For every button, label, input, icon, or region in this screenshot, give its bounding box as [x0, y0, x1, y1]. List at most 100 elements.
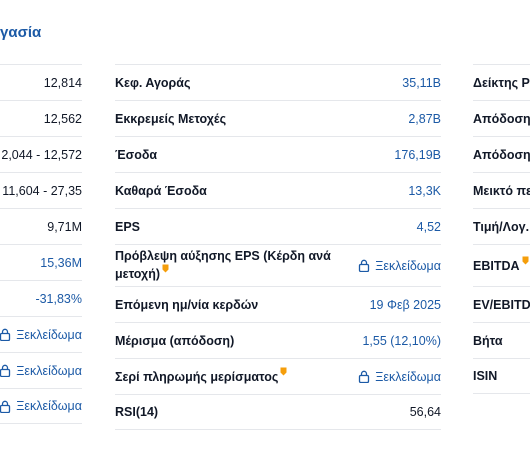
stat-row: Απόδοση	[473, 136, 530, 172]
lock-icon	[0, 364, 11, 377]
middle-stats-column: Κεφ. Αγοράς 35,11B Εκκρεμείς Μετοχές 2,87B Έ…	[115, 64, 441, 430]
unlock-label: Ξεκλείδωμα	[375, 258, 441, 273]
stat-label: Πρόβλεψη αύξησης EPS (Κέρδη ανά μετοχή)	[115, 248, 335, 282]
stat-label-text: Απόδοση	[473, 147, 530, 162]
stat-value: 12,562	[43, 111, 82, 126]
stat-value: 2,044 - 12,572	[1, 147, 82, 162]
stat-row: EPS 4,52	[115, 208, 441, 244]
lock-icon	[0, 328, 11, 341]
stat-label-text: ISIN	[473, 369, 498, 383]
left-stats-column: 12,814 12,562 2,044 - 12,572 11,604 - 27,35…	[0, 64, 82, 424]
stat-label: Εκκρεμείς Μετοχές	[115, 111, 226, 127]
stat-label-text: RSI(14)	[115, 405, 159, 419]
unlock-link[interactable]: Ξεκλείδωμα	[358, 259, 441, 273]
stat-row: -31,83%	[0, 280, 82, 316]
lock-icon	[0, 400, 11, 413]
lock-icon	[359, 370, 370, 383]
stat-value[interactable]: 15,36M	[40, 256, 82, 270]
stat-label-text: Επόμενη ημ/νία κερδών	[115, 297, 259, 312]
stat-value[interactable]: 2,87B	[408, 112, 441, 126]
unlock-label: Ξεκλείδωμα	[16, 363, 82, 378]
stat-label: Σερί πληρωμής μερίσματος	[115, 367, 287, 385]
unlock-link[interactable]: Ξεκλείδωμα	[358, 370, 441, 384]
stat-row: Σερί πληρωμής μερίσματος Ξεκλείδωμα	[115, 358, 441, 394]
stat-row: ISIN	[473, 358, 530, 394]
stat-label: Απόδοση	[473, 111, 530, 127]
stat-value[interactable]: 1,55 (12,10%)	[362, 334, 441, 348]
pro-badge-icon	[522, 256, 529, 265]
stat-label-text: Κεφ. Αγοράς	[115, 75, 191, 90]
unlock-label: Ξεκλείδωμα	[16, 327, 82, 342]
stat-value: 56,64	[409, 405, 441, 419]
stat-label-text: Πρόβλεψη αύξησης EPS (Κέρδη ανά μετοχή)	[115, 249, 331, 282]
stat-value[interactable]: 176,19B	[394, 148, 441, 162]
stat-label: Βήτα	[473, 333, 503, 349]
stat-label-text: Μέρισμα (απόδοση)	[115, 333, 235, 348]
pro-badge-icon	[280, 367, 287, 376]
stat-label: Κεφ. Αγοράς	[115, 75, 190, 91]
stat-row: RSI(14) 56,64	[115, 394, 441, 430]
stat-label: Μεικτό πε	[473, 183, 530, 199]
stat-row: Επόμενη ημ/νία κερδών 19 Φεβ 2025	[115, 286, 441, 322]
unlock-label: Ξεκλείδωμα	[375, 369, 441, 384]
stat-row: Μέρισμα (απόδοση) 1,55 (12,10%)	[115, 322, 441, 358]
stat-label: Καθαρά Έσοδα	[115, 183, 207, 199]
stat-label-text: EPS	[115, 219, 141, 234]
stat-label: EV/EBITDA	[473, 297, 530, 313]
stat-row: 12,814	[0, 64, 82, 100]
unlock-link[interactable]: Ξεκλείδωμα	[0, 328, 82, 342]
lock-icon	[359, 259, 370, 272]
stat-value[interactable]: -31,83%	[35, 292, 82, 306]
stat-label: Μέρισμα (απόδοση)	[115, 333, 234, 349]
stat-value[interactable]: 19 Φεβ 2025	[370, 298, 441, 312]
stat-label: EPS	[115, 219, 140, 235]
stat-row: Καθαρά Έσοδα 13,3K	[115, 172, 441, 208]
stat-label: Τιμή/Λογ.	[473, 219, 529, 235]
stat-row: Απόδοση	[473, 100, 530, 136]
stat-row: EBITDA	[473, 244, 530, 286]
stat-label: Δείκτης P	[473, 75, 530, 91]
stat-label-text: Απόδοση	[473, 111, 530, 126]
stat-label-text: EBITDA	[473, 259, 520, 274]
stat-row: Πρόβλεψη αύξησης EPS (Κέρδη ανά μετοχή) Ξ…	[115, 244, 441, 286]
stat-label-text: Δείκτης P	[473, 75, 530, 90]
stat-label: RSI(14)	[115, 404, 158, 420]
stat-label-text: Έσοδα	[115, 147, 158, 162]
stat-row: Ξεκλείδωμα	[0, 316, 82, 352]
stat-label: Απόδοση	[473, 147, 530, 163]
stat-row: Ξεκλείδωμα	[0, 388, 82, 424]
stat-label-text: Σερί πληρωμής μερίσματος	[115, 370, 279, 385]
stat-label-text: Τιμή/Λογ.	[473, 219, 530, 234]
stat-value[interactable]: 4,52	[417, 220, 441, 234]
unlock-link[interactable]: Ξεκλείδωμα	[0, 399, 82, 413]
stat-row: Κεφ. Αγοράς 35,11B	[115, 64, 441, 100]
stat-label-text: EV/EBITDA	[473, 297, 530, 312]
stat-value[interactable]: 13,3K	[408, 184, 441, 198]
section-title: γασία	[0, 24, 42, 41]
stat-row: Τιμή/Λογ.	[473, 208, 530, 244]
stat-value: 9,71M	[47, 219, 82, 234]
stat-row: 12,562	[0, 100, 82, 136]
stat-row: EV/EBITDA	[473, 286, 530, 322]
stat-row: Εκκρεμείς Μετοχές 2,87B	[115, 100, 441, 136]
unlock-link[interactable]: Ξεκλείδωμα	[0, 364, 82, 378]
stat-label-text: Βήτα	[473, 333, 503, 348]
stat-row: 15,36M	[0, 244, 82, 280]
stat-value[interactable]: 35,11B	[402, 76, 441, 90]
stat-label: Έσοδα	[115, 147, 157, 163]
right-stats-column: Δείκτης P Απόδοση Απόδοση Μεικτό πε Τιμή/Λογ…	[473, 64, 530, 394]
stat-label: Επόμενη ημ/νία κερδών	[115, 297, 258, 313]
stat-row: Έσοδα 176,19B	[115, 136, 441, 172]
stat-row: Μεικτό πε	[473, 172, 530, 208]
stat-row: Δείκτης P	[473, 64, 530, 100]
unlock-label: Ξεκλείδωμα	[16, 399, 82, 413]
stat-row: 9,71M	[0, 208, 82, 244]
stat-value: 12,814	[43, 75, 82, 90]
stat-row: 11,604 - 27,35	[0, 172, 82, 208]
stat-row: 2,044 - 12,572	[0, 136, 82, 172]
stat-row: Βήτα	[473, 322, 530, 358]
stat-label-text: Μεικτό πε	[473, 183, 530, 198]
stat-label: EBITDA	[473, 256, 529, 274]
pro-badge-icon	[162, 264, 169, 273]
stat-label-text: Εκκρεμείς Μετοχές	[115, 111, 227, 126]
